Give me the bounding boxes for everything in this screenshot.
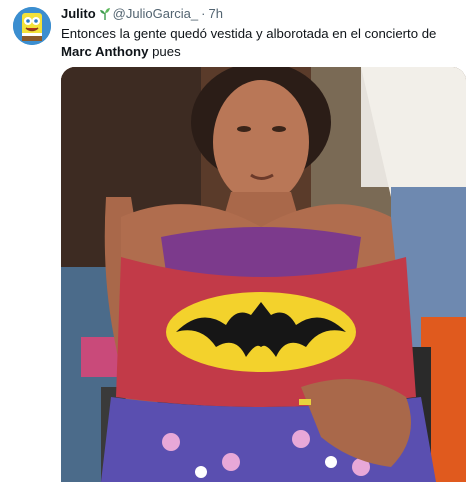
photo-woman-batman-shirt-icon: [61, 67, 466, 482]
tweet-header: Julito @JulioGarcia_ · 7h: [61, 6, 223, 22]
user-avatar[interactable]: [13, 7, 51, 45]
separator-dot: ·: [201, 6, 206, 21]
tweet-media-photo[interactable]: [61, 67, 466, 482]
tweet-card[interactable]: Julito @JulioGarcia_ · 7h Entonces la ge…: [0, 0, 467, 482]
spongebob-avatar-icon: [13, 7, 51, 45]
user-handle[interactable]: @JulioGarcia_: [113, 6, 198, 22]
tweet-text-part-end: pues: [148, 44, 181, 59]
tweet-timestamp[interactable]: 7h: [208, 6, 222, 22]
tweet-text-part: Entonces la gente quedó vestida y alboro…: [61, 26, 437, 41]
display-name[interactable]: Julito: [61, 6, 96, 22]
tweet-text-bold: Marc Anthony: [61, 44, 149, 59]
seedling-icon: [99, 8, 110, 20]
tweet-text: Entonces la gente quedó vestida y alboro…: [61, 25, 453, 61]
